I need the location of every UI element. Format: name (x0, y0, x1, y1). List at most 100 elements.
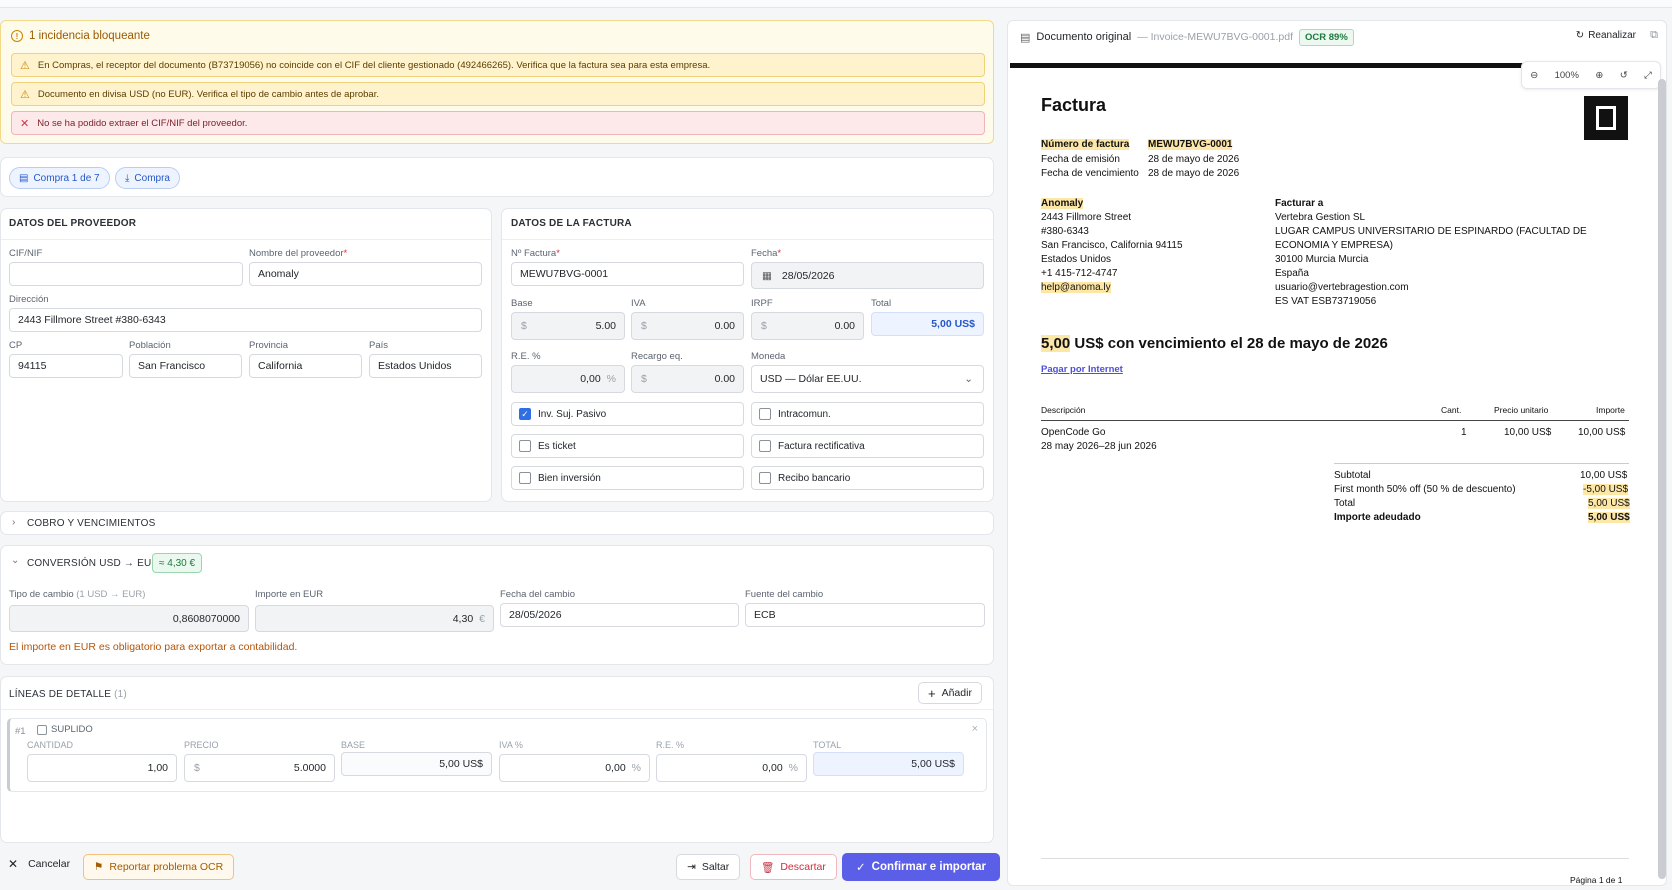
zoom-out-icon[interactable]: ⊖ (1530, 70, 1538, 81)
refresh-icon: ↻ (1575, 30, 1585, 41)
alerts-title: 1 incidencia bloqueante (29, 30, 150, 42)
doc-heading: Factura (1041, 95, 1107, 115)
qty-label: CANTIDAD (27, 740, 74, 750)
intracomun-checkbox[interactable]: Intracomun. (751, 402, 984, 426)
pay-online-link[interactable]: Pagar por Internet (1041, 364, 1123, 375)
cp-input[interactable]: 94115 (9, 354, 123, 378)
document-icon: ▤ (19, 172, 29, 184)
invoice-section-title: DATOS DE LA FACTURA (511, 218, 632, 229)
viewer-title: Documento original (1036, 31, 1132, 43)
error-x-icon: ✕ (20, 117, 30, 130)
invoice-date-input[interactable]: ▦ 28/05/2026 (751, 262, 984, 289)
report-ocr-button[interactable]: ⚑ Reportar problema OCR (83, 854, 235, 880)
factura-rectificativa-checkbox[interactable]: Factura rectificativa (751, 434, 984, 458)
conversion-section: ⌄ CONVERSIÓN USD → EUR ≈ 4,30 € Tipo de … (0, 545, 994, 665)
line-re-label: R.E. % (656, 740, 685, 750)
skip-icon: ⇥ (687, 861, 696, 873)
currency-label: Moneda (751, 351, 786, 362)
eur-amount-input[interactable]: 4,30 € (255, 605, 494, 632)
page-indicator: Página 1 de 1 (1570, 875, 1623, 885)
province-label: Provincia (249, 340, 289, 351)
recargo-input[interactable]: $0.00 (631, 365, 744, 393)
city-input[interactable]: San Francisco (129, 354, 242, 378)
reanalyze-button[interactable]: ↻ Reanalizar (1576, 30, 1636, 41)
cancel-button[interactable]: ✕ Cancelar (8, 857, 70, 871)
province-input[interactable]: California (249, 354, 362, 378)
document-viewer: ▤ Documento original — Invoice-MEWU7BVG-… (1007, 20, 1667, 886)
eur-amount-label: Importe en EUR (255, 589, 324, 600)
address-input[interactable]: 2443 Fillmore Street #380-6343 (9, 308, 482, 332)
line-re-input[interactable]: 0,00% (656, 754, 807, 782)
top-bar (0, 0, 1672, 8)
country-input[interactable]: Estados Unidos (369, 354, 482, 378)
total-value: 5,00 US$ (871, 312, 984, 336)
supplier-section: DATOS DEL PROVEEDOR CIF/NIF Nombre del p… (0, 208, 492, 502)
irpf-input[interactable]: $0.00 (751, 312, 864, 340)
exchange-rate-input[interactable]: 0,8608070000 (9, 605, 249, 632)
fullscreen-icon[interactable]: ⤢ (1644, 70, 1652, 81)
info-circle-icon: ! (11, 30, 23, 42)
zoom-in-icon[interactable]: ⊕ (1595, 70, 1603, 81)
inv-suj-pasivo-checkbox[interactable]: ✓ Inv. Suj. Pasivo (511, 402, 744, 426)
line-base-label: BASE (341, 740, 366, 750)
address-label: Dirección (9, 294, 49, 305)
close-icon: ✕ (8, 857, 19, 871)
discard-button[interactable]: 🗑 Descartar (750, 854, 837, 880)
viewer-scrollbar[interactable] (1658, 79, 1666, 879)
zoom-level: 100% (1554, 69, 1579, 81)
purchase-counter-pill[interactable]: ▤ Compra 1 de 7 (9, 167, 110, 189)
line-index: #1 (15, 726, 26, 737)
currency-select[interactable]: USD — Dólar EE.UU. ⌄ (751, 365, 984, 393)
lines-title: LÍNEAS DE DETALLE (1) (9, 689, 127, 700)
qty-input[interactable]: 1,00 (27, 754, 177, 782)
warning-icon: ⚠ (20, 59, 30, 72)
chevron-down-icon: ⌄ (964, 373, 973, 385)
re-label: R.E. % (511, 351, 541, 362)
rate-source-input[interactable]: ECB (745, 603, 985, 627)
es-ticket-checkbox[interactable]: Es ticket (511, 434, 744, 458)
line-item-row: #1 SUPLIDO × CANTIDAD 1,00 PRECIO $5.000… (7, 718, 987, 792)
recargo-label: Recargo eq. (631, 351, 683, 362)
eur-estimate-badge: ≈ 4,30 € (152, 553, 203, 573)
irpf-label: IRPF (751, 298, 773, 309)
supplier-name-label: Nombre del proveedor* (249, 248, 348, 259)
alert-warning-currency: ⚠ Documento en divisa USD (no EUR). Verif… (11, 82, 985, 106)
cif-input[interactable] (9, 262, 243, 286)
skip-button[interactable]: ⇥ Saltar (676, 854, 741, 880)
price-input[interactable]: $5.0000 (184, 754, 335, 782)
trash-icon: 🗑 (761, 861, 775, 874)
line-total-label: TOTAL (813, 740, 842, 750)
city-label: Población (129, 340, 171, 351)
invoice-number-input[interactable]: MEWU7BVG-0001 (511, 262, 744, 286)
external-link-icon[interactable]: ⧉ (1650, 29, 1658, 42)
alerts-header: ! 1 incidencia bloqueante (11, 30, 150, 42)
confirm-import-button[interactable]: ✓ Confirmar e importar (842, 853, 1001, 881)
line-iva-input[interactable]: 0,00% (499, 754, 650, 782)
suplido-checkbox[interactable]: SUPLIDO (37, 724, 93, 735)
remove-line-icon[interactable]: × (972, 723, 978, 735)
iva-input[interactable]: $0.00 (631, 312, 744, 340)
ocr-confidence-badge: OCR 89% (1299, 28, 1354, 46)
recibo-bancario-checkbox[interactable]: Recibo bancario (751, 466, 984, 490)
base-input[interactable]: $5.00 (511, 312, 625, 340)
detail-lines-section: LÍNEAS DE DETALLE (1) + Añadir #1 SUPLIDO… (0, 676, 994, 843)
total-label: Total (871, 298, 892, 309)
line-base-value: 5,00 US$ (341, 752, 492, 776)
document-icon: ▤ (1020, 31, 1031, 44)
zoom-toolbar: ⊖ 100% ⊕ ↺ ⤢ (1521, 61, 1661, 89)
alert-warning-receiver: ⚠ En Compras, el receptor del documento (… (11, 53, 985, 77)
doc-due-line: 5,00 US$ con vencimiento el 28 de mayo d… (1041, 335, 1388, 352)
invoice-section: DATOS DE LA FACTURA Nº Factura* MEWU7BVG… (501, 208, 994, 502)
re-percent-input[interactable]: 0,00% (511, 365, 625, 393)
checkmark-icon: ✓ (519, 408, 531, 420)
bien-inversion-checkbox[interactable]: Bien inversión (511, 466, 744, 490)
flag-icon: ⚑ (94, 861, 104, 873)
chevron-down-icon[interactable]: ⌄ (11, 555, 19, 566)
plus-icon: + (928, 685, 936, 701)
rate-date-input[interactable]: 28/05/2026 (500, 603, 739, 627)
purchase-type-pill[interactable]: ⤓ Compra (115, 167, 180, 189)
rotate-icon[interactable]: ↺ (1620, 70, 1628, 81)
add-line-button[interactable]: + Añadir (918, 682, 982, 704)
supplier-name-input[interactable]: Anomaly (249, 262, 482, 286)
cobro-section-toggle[interactable]: › COBRO Y VENCIMIENTOS (0, 511, 994, 535)
